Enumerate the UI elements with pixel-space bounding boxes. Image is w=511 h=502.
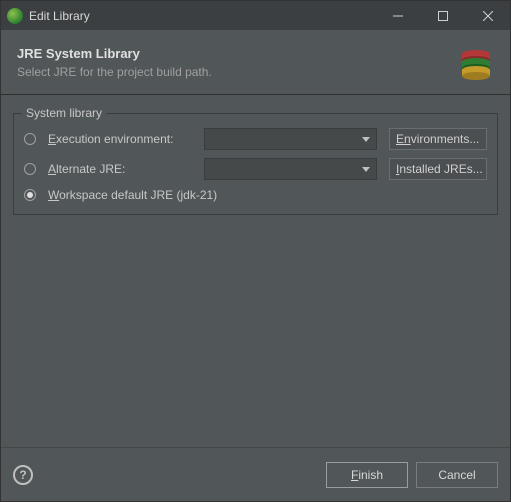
chevron-down-icon — [360, 133, 372, 145]
window-title: Edit Library — [29, 9, 375, 23]
window-controls — [375, 1, 510, 30]
finish-button[interactable]: Finish — [326, 462, 408, 488]
dialog-footer: ? Finish Cancel — [1, 447, 510, 501]
execution-environment-combo[interactable] — [204, 128, 377, 150]
execution-environment-label: Execution environment: — [48, 132, 198, 146]
dialog-window: Edit Library JRE System Library Select J… — [0, 0, 511, 502]
workspace-default-label: Workspace default JRE (jdk-21) — [48, 188, 217, 202]
execution-environment-radio[interactable] — [24, 133, 36, 145]
close-button[interactable] — [465, 1, 510, 30]
help-icon: ? — [19, 468, 26, 482]
dialog-body: System library Execution environment: En… — [1, 95, 510, 447]
alternate-jre-row: Alternate JRE: Installed JREs... — [24, 158, 487, 180]
group-legend: System library — [22, 106, 106, 120]
installed-jres-button[interactable]: Installed JREs... — [389, 158, 487, 180]
environments-button[interactable]: Environments... — [389, 128, 487, 150]
minimize-icon — [393, 11, 403, 21]
library-icon — [446, 42, 494, 82]
maximize-button[interactable] — [420, 1, 465, 30]
help-button[interactable]: ? — [13, 465, 33, 485]
header-text: JRE System Library Select JRE for the pr… — [17, 46, 446, 79]
header-subtitle: Select JRE for the project build path. — [17, 65, 446, 79]
maximize-icon — [438, 11, 448, 21]
cancel-button[interactable]: Cancel — [416, 462, 498, 488]
alternate-jre-label: Alternate JRE: — [48, 162, 198, 176]
execution-environment-row: Execution environment: Environments... — [24, 128, 487, 150]
titlebar[interactable]: Edit Library — [1, 1, 510, 30]
workspace-default-row: Workspace default JRE (jdk-21) — [24, 188, 487, 202]
minimize-button[interactable] — [375, 1, 420, 30]
alternate-jre-radio[interactable] — [24, 163, 36, 175]
chevron-down-icon — [360, 163, 372, 175]
eclipse-icon — [7, 8, 23, 24]
header-title: JRE System Library — [17, 46, 446, 61]
system-library-group: System library Execution environment: En… — [13, 113, 498, 215]
dialog-header: JRE System Library Select JRE for the pr… — [1, 30, 510, 95]
alternate-jre-combo[interactable] — [204, 158, 377, 180]
workspace-default-radio[interactable] — [24, 189, 36, 201]
close-icon — [483, 11, 493, 21]
